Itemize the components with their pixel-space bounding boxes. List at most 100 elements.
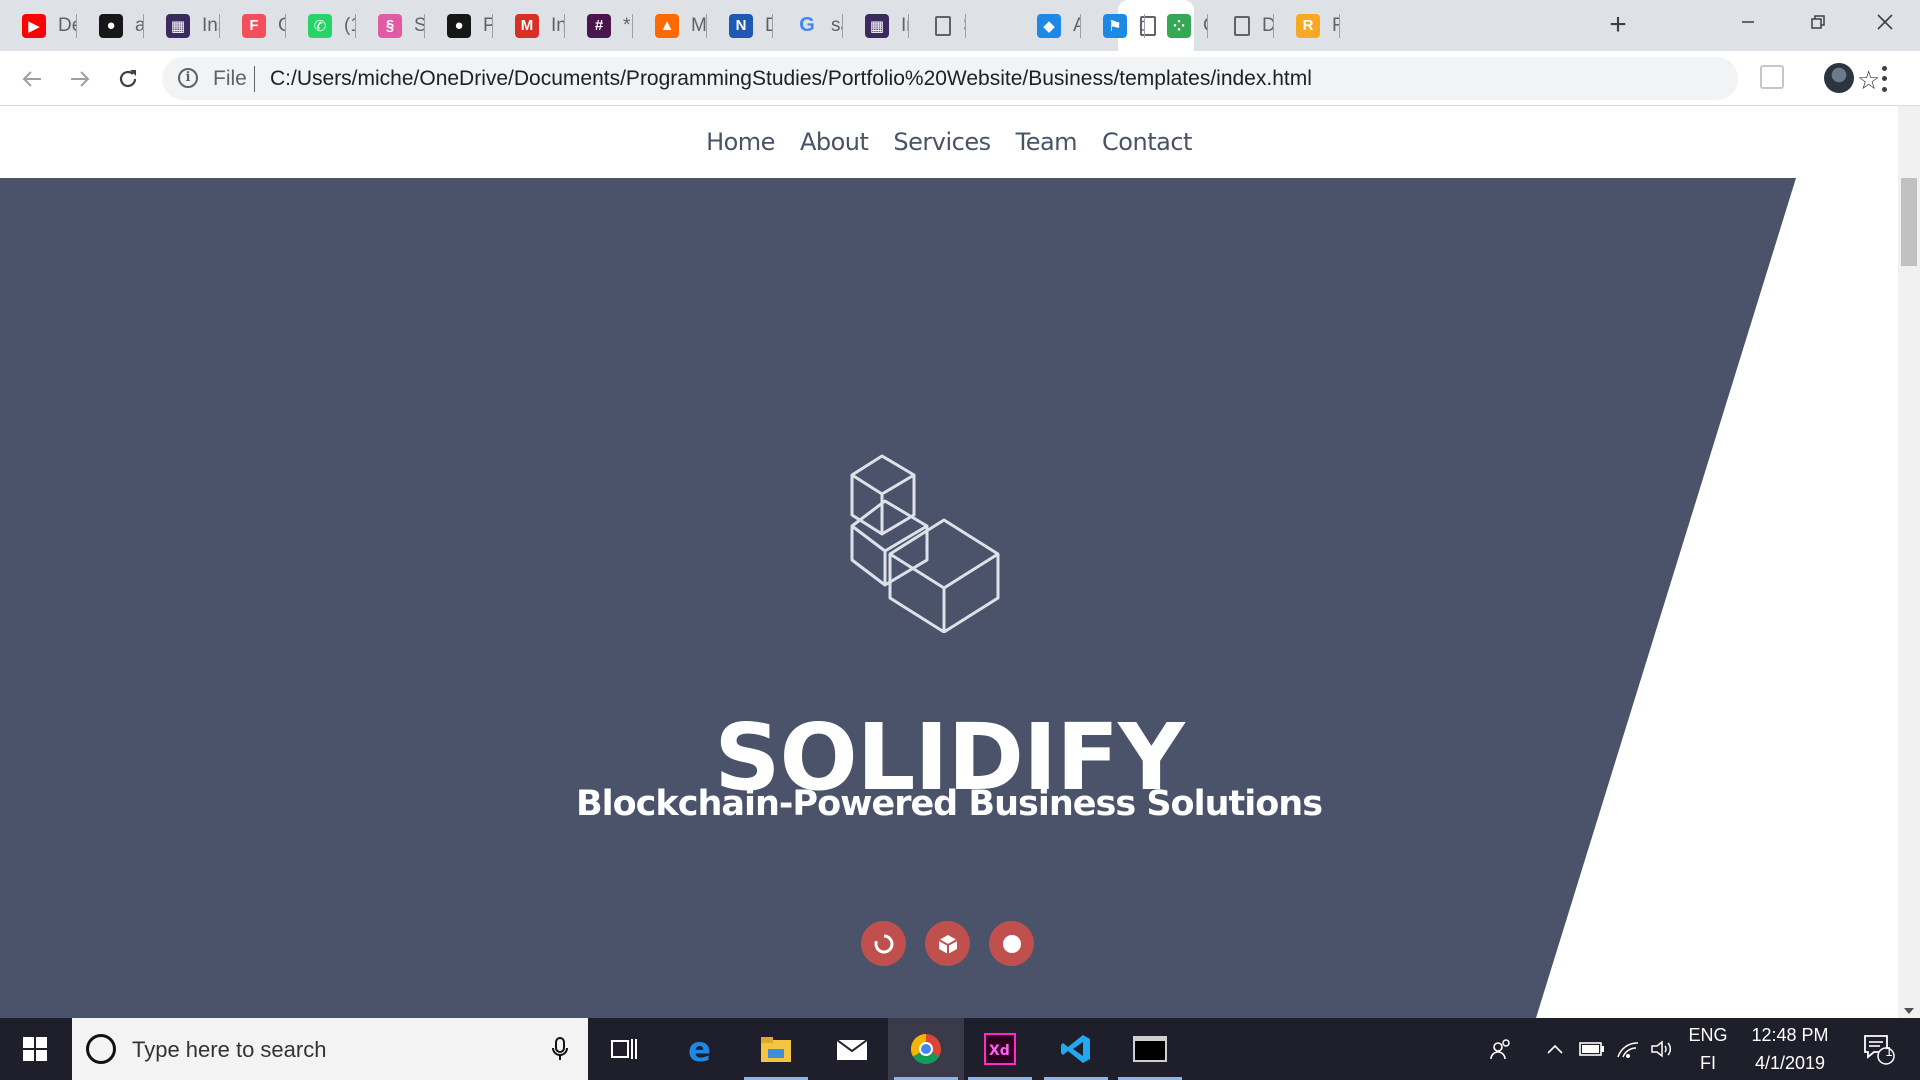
address-bar[interactable]: i File C:/Users/miche/OneDrive/Documents… <box>162 57 1880 100</box>
browser-tab[interactable]: M Inl <box>493 0 565 51</box>
show-hidden-icons-button[interactable] <box>1544 1018 1566 1080</box>
menu-kebab-icon[interactable] <box>1880 63 1888 95</box>
minimize-icon <box>1742 21 1754 23</box>
clock[interactable]: 12:48 PM 4/1/2019 <box>1740 1018 1840 1080</box>
new-tab-button[interactable]: + <box>1604 8 1632 42</box>
tab-separator <box>1339 14 1340 38</box>
file-explorer-button[interactable] <box>738 1018 814 1080</box>
forward-button[interactable] <box>64 63 96 95</box>
search-placeholder: Type here to search <box>132 1037 327 1062</box>
mail-icon <box>836 1039 868 1060</box>
vscode-button[interactable] <box>1038 1018 1114 1080</box>
info-icon[interactable]: i <box>178 68 198 88</box>
cube-icon-button[interactable] <box>925 921 970 966</box>
nav-services[interactable]: Services <box>893 128 991 156</box>
youtube-icon: ▶ <box>22 13 46 38</box>
chrome-button[interactable] <box>888 1018 964 1080</box>
browser-tab[interactable]: §Sa <box>356 0 425 51</box>
start-button[interactable] <box>0 1018 70 1080</box>
browser-tab[interactable]: ▦Ins <box>144 0 220 51</box>
wifi-button[interactable] <box>1614 1018 1642 1080</box>
slack-icon: # <box>587 13 611 38</box>
browser-tab[interactable]: ●Py <box>425 0 493 51</box>
insomnia-icon: ▦ <box>865 13 889 38</box>
vertical-scrollbar[interactable] <box>1898 106 1920 1018</box>
scrollbar-thumb[interactable] <box>1901 178 1917 266</box>
browser-tab[interactable]: ▦Ins <box>843 0 909 51</box>
forward-arrow-icon <box>71 71 90 87</box>
browser-tab[interactable]: ◆Ali <box>1015 0 1081 51</box>
browser-tab[interactable]: FGc <box>220 0 286 51</box>
chrome-icon <box>910 1034 941 1065</box>
scheme-label: File <box>213 67 247 90</box>
tab-separator <box>965 14 966 38</box>
browser-tab[interactable]: Sn <box>909 0 966 51</box>
windows-taskbar: Type here to search e Xd ENG FI 12:48 PM… <box>0 1018 1920 1080</box>
browser-tab[interactable]: ⚑cu <box>1081 0 1145 51</box>
people-icon <box>1490 1039 1510 1060</box>
browser-tab[interactable]: ●ale <box>77 0 144 51</box>
browser-tab[interactable]: ▲ Mi <box>633 0 707 51</box>
file-icon <box>935 15 951 36</box>
terminal-icon <box>1133 1036 1167 1062</box>
hero-icon-row <box>861 921 1034 966</box>
scroll-down-arrow-icon[interactable] <box>1904 1008 1914 1014</box>
refresh-icon-button[interactable] <box>861 921 906 966</box>
edge-button[interactable]: e <box>662 1018 738 1080</box>
reload-button[interactable] <box>112 63 144 95</box>
nav-contact[interactable]: Contact <box>1102 128 1192 156</box>
nav-home[interactable]: Home <box>706 128 775 156</box>
browser-tab[interactable]: ▶ De <box>0 0 77 51</box>
browser-tab[interactable]: NDi <box>707 0 773 51</box>
tab-title: Inl <box>551 14 565 36</box>
nav-team[interactable]: Team <box>1016 128 1078 156</box>
battery-icon <box>1579 1042 1604 1056</box>
github-icon: ● <box>447 13 471 38</box>
hero-subtitle: Blockchain-Powered Business Solutions <box>575 784 1323 824</box>
mail-button[interactable] <box>814 1018 890 1080</box>
battery-button[interactable] <box>1578 1018 1606 1080</box>
browser-tab[interactable]: ⁘Cli <box>1145 0 1208 51</box>
r-icon: R <box>1296 13 1320 38</box>
page-viewport: Home About Services Team Contact SOLIDIF… <box>0 106 1920 1018</box>
input-language[interactable]: ENG FI <box>1682 1018 1734 1080</box>
insomnia-icon: ▦ <box>166 13 190 38</box>
browser-tab[interactable]: RRC <box>1274 0 1340 51</box>
dot-icon <box>1002 934 1021 953</box>
wifi-icon <box>1617 1042 1639 1058</box>
task-view-icon <box>611 1039 637 1059</box>
nav-about[interactable]: About <box>800 128 869 156</box>
browser-tab[interactable]: #* l <box>565 0 633 51</box>
cortana-icon <box>86 1034 116 1064</box>
extension-icon[interactable] <box>1760 65 1784 89</box>
browser-tab[interactable]: Gsa <box>773 0 843 51</box>
gmail-icon: M <box>515 13 539 38</box>
url-text[interactable]: C:/Users/miche/OneDrive/Documents/Progra… <box>270 67 1312 91</box>
restore-button[interactable] <box>1783 0 1853 44</box>
adobe-xd-icon: Xd <box>984 1033 1016 1065</box>
back-button[interactable] <box>16 63 48 95</box>
terminal-button[interactable] <box>1112 1018 1188 1080</box>
profile-avatar[interactable] <box>1824 63 1854 93</box>
bookmark-star-icon[interactable]: ☆ <box>1857 65 1880 96</box>
close-window-button[interactable] <box>1850 0 1920 44</box>
f-icon: F <box>242 13 266 38</box>
browser-tab[interactable]: Dc <box>1208 0 1274 51</box>
browser-tab[interactable]: ✆(1) <box>286 0 356 51</box>
action-center-button[interactable]: 1 <box>1854 1018 1904 1080</box>
hero-section: SOLIDIFY Blockchain-Powered Business Sol… <box>0 178 1898 1018</box>
microphone-icon[interactable] <box>550 1036 570 1062</box>
minimize-button[interactable] <box>1713 0 1783 44</box>
volume-button[interactable] <box>1648 1018 1676 1080</box>
shapes-icon: § <box>378 13 402 38</box>
adobe-xd-button[interactable]: Xd <box>962 1018 1038 1080</box>
edge-icon: e <box>688 1033 711 1065</box>
language-code: ENG <box>1688 1025 1728 1045</box>
tab-title: De <box>58 14 77 36</box>
n-icon: N <box>729 13 753 38</box>
dot-icon-button[interactable] <box>989 921 1034 966</box>
task-view-button[interactable] <box>586 1018 662 1080</box>
tab-strip: ▶De●ale▦InsFGc✆(1)§Sa●PyMInl#* l▲MiNDiGs… <box>0 0 1920 51</box>
taskbar-search[interactable]: Type here to search <box>72 1018 588 1080</box>
people-button[interactable] <box>1486 1018 1516 1080</box>
